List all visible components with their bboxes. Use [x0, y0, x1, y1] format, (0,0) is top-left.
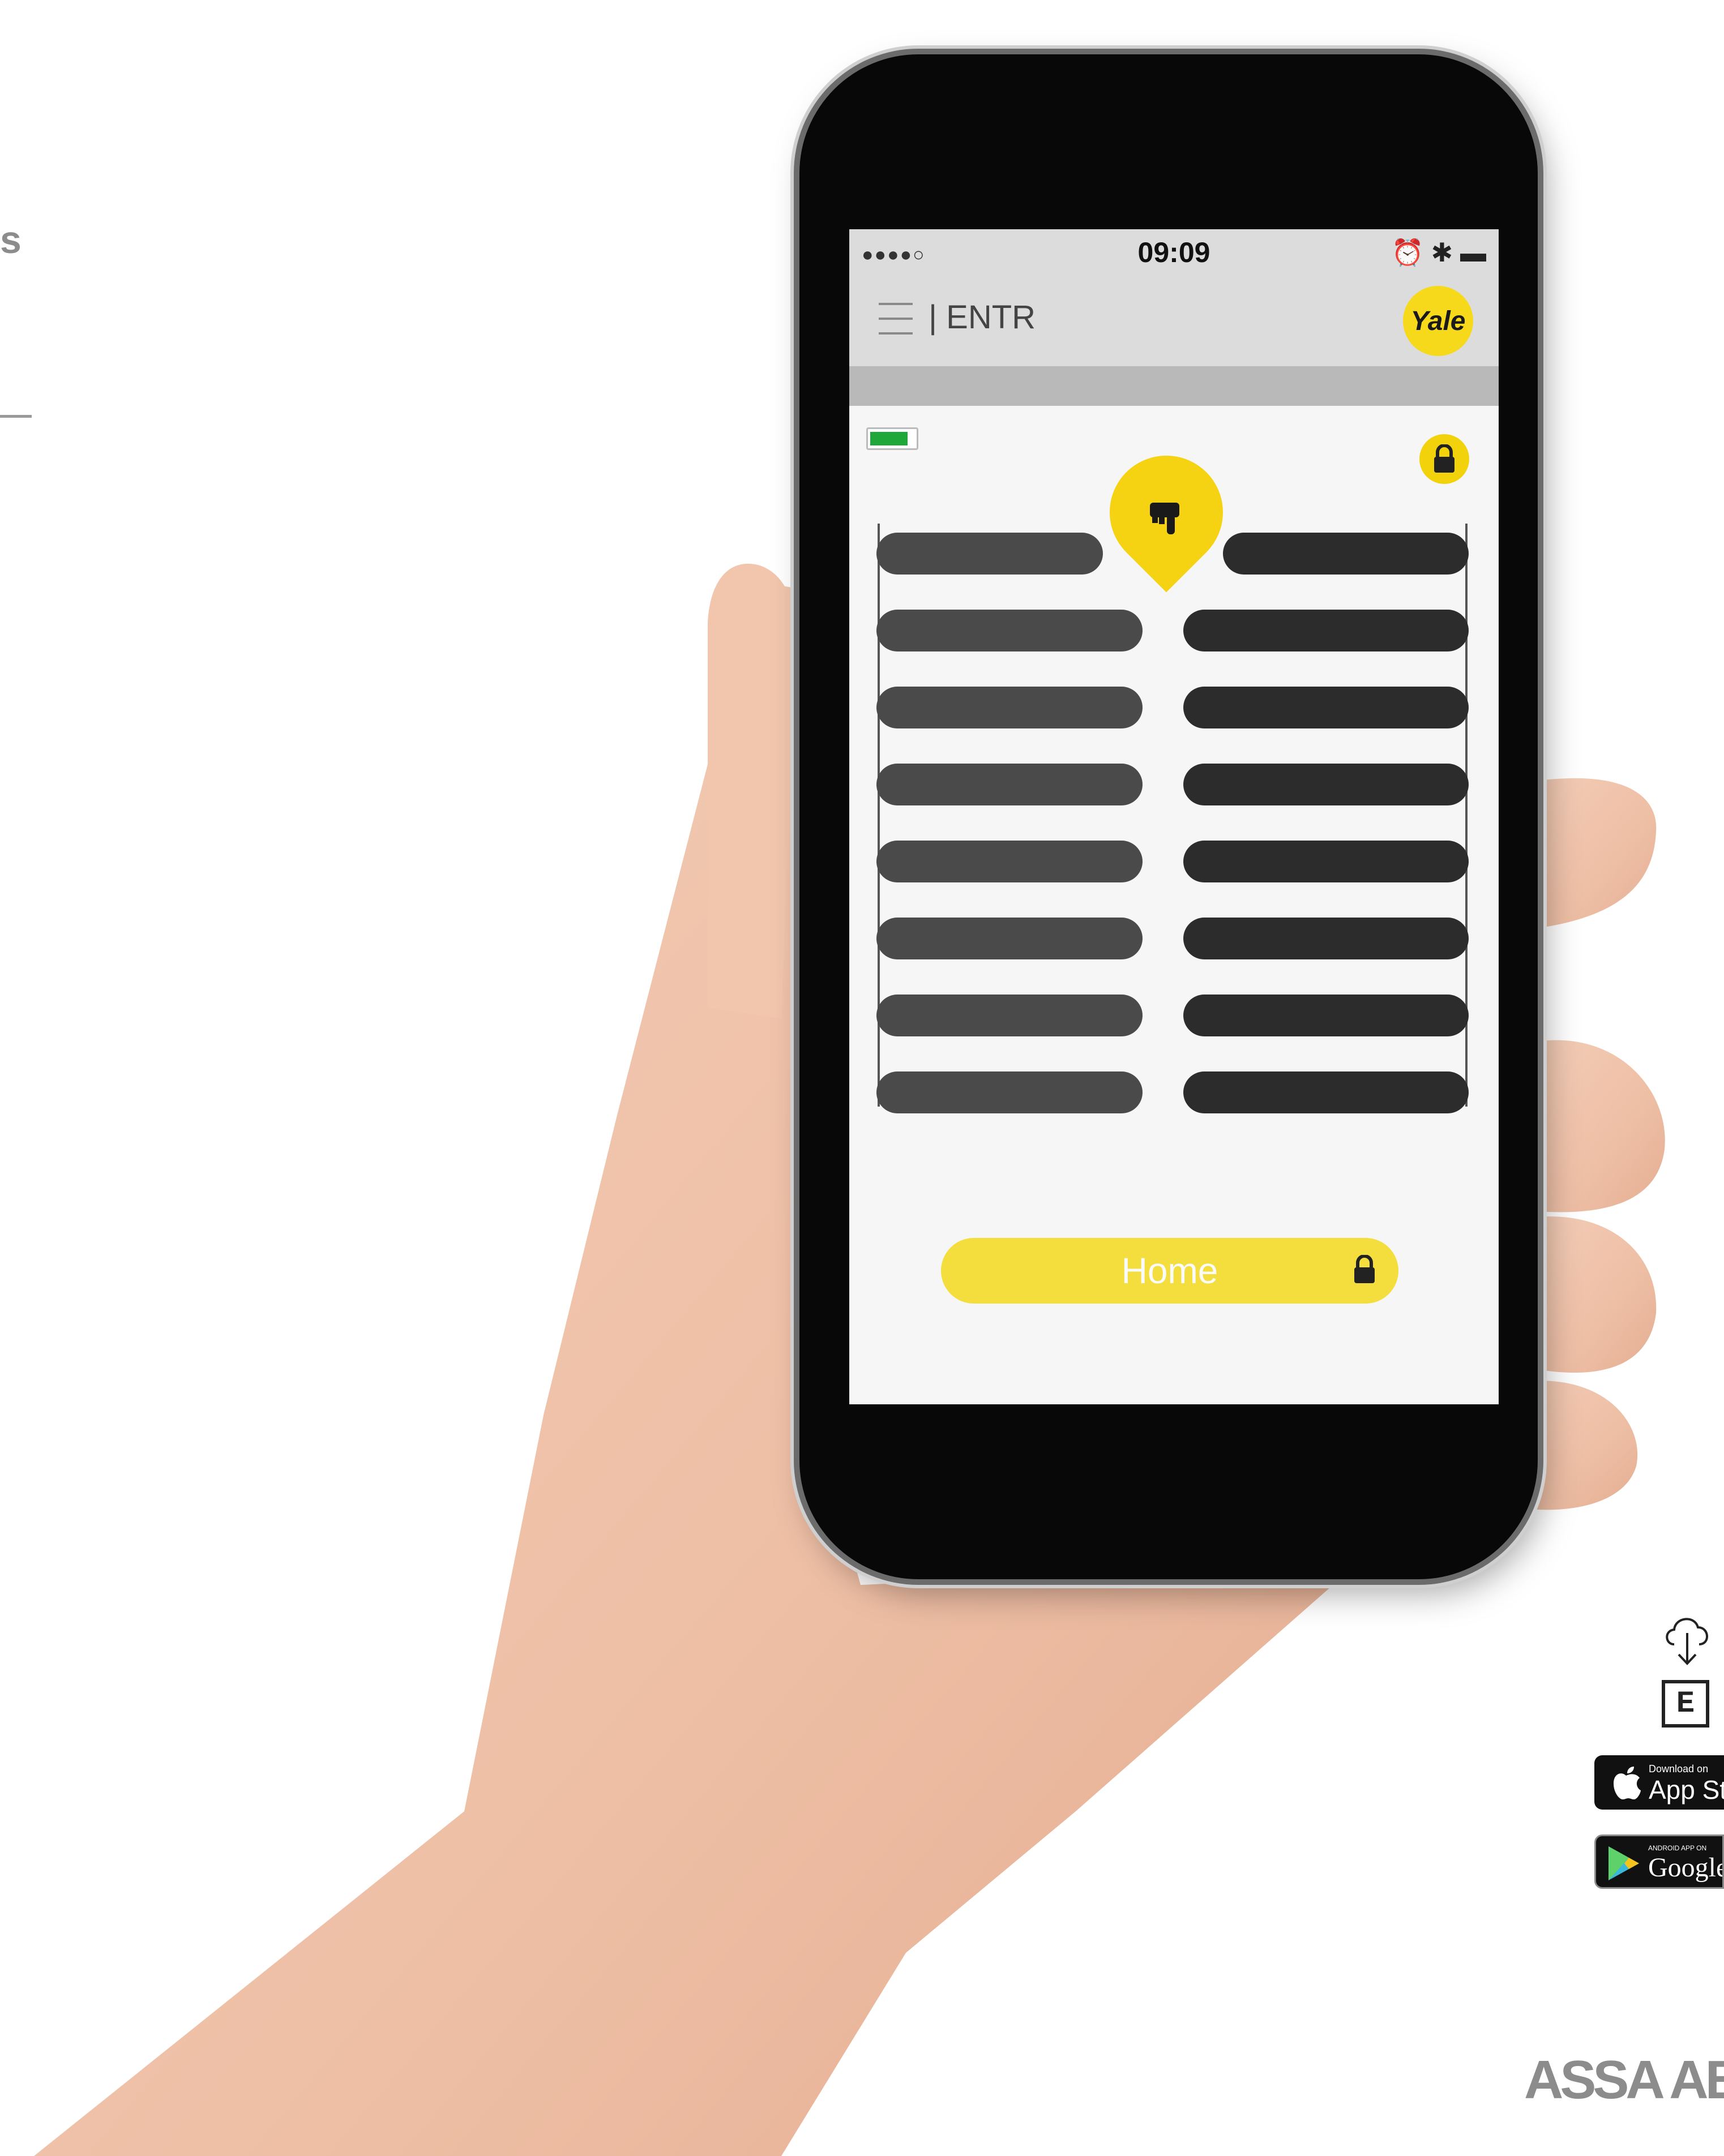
door-slat-left — [876, 687, 1143, 728]
door-illustration — [876, 524, 1469, 1113]
door-slat-left — [876, 610, 1143, 651]
door-slat-right — [1183, 918, 1469, 959]
app-title: | ENTR — [929, 299, 1036, 336]
google-play-badge[interactable]: ANDROID APP ON Google p — [1594, 1834, 1724, 1889]
cloud-download-icon[interactable] — [1662, 1610, 1713, 1667]
door-slat-right — [1183, 995, 1469, 1036]
door-slat-right — [1223, 533, 1469, 575]
home-lock-button[interactable]: Home — [941, 1238, 1398, 1304]
app-store-big-text: App Sto — [1649, 1775, 1724, 1804]
door-slat-left — [876, 995, 1143, 1036]
app-screen: ●●●●○ 09:09 ⏰ ✱ ▬ | ENTR Yale Home — [849, 229, 1499, 1404]
app-store-badge[interactable]: Download on App Sto — [1594, 1755, 1724, 1810]
google-play-small-text: ANDROID APP ON — [1648, 1844, 1707, 1852]
yale-logo: Yale — [1403, 286, 1473, 356]
battery-icon — [866, 427, 918, 450]
door-slat-right — [1183, 841, 1469, 882]
e-badge-icon: E — [1662, 1680, 1709, 1728]
door-slat-left — [876, 1071, 1143, 1113]
system-status-icons: ⏰ ✱ ▬ — [1391, 238, 1486, 267]
door-slat-left — [876, 764, 1143, 805]
door-slat-left — [876, 533, 1103, 575]
door-slat-left — [876, 841, 1143, 882]
door-slat-right — [1183, 687, 1469, 728]
battery-level-fill — [870, 432, 908, 445]
play-triangle-icon — [1609, 1846, 1639, 1880]
status-bar: ●●●●○ 09:09 ⏰ ✱ ▬ — [849, 229, 1499, 275]
padlock-icon — [1354, 1255, 1375, 1283]
header-divider — [849, 366, 1499, 406]
lock-status-icon — [1419, 434, 1469, 484]
hamburger-menu-icon[interactable] — [879, 303, 913, 338]
apple-icon — [1614, 1767, 1641, 1799]
door-slat-right — [1183, 610, 1469, 651]
home-button-label: Home — [1121, 1250, 1218, 1291]
app-header: | ENTR Yale — [849, 275, 1499, 366]
door-slat-right — [1183, 764, 1469, 805]
door-slat-left — [876, 918, 1143, 959]
door-slat-right — [1183, 1071, 1469, 1113]
assa-abloy-logo: ASSA AB — [1524, 2050, 1724, 2110]
app-store-small-text: Download on — [1649, 1763, 1709, 1774]
touch-hand-icon — [1150, 503, 1179, 534]
google-play-big-text: Google p — [1648, 1853, 1724, 1883]
